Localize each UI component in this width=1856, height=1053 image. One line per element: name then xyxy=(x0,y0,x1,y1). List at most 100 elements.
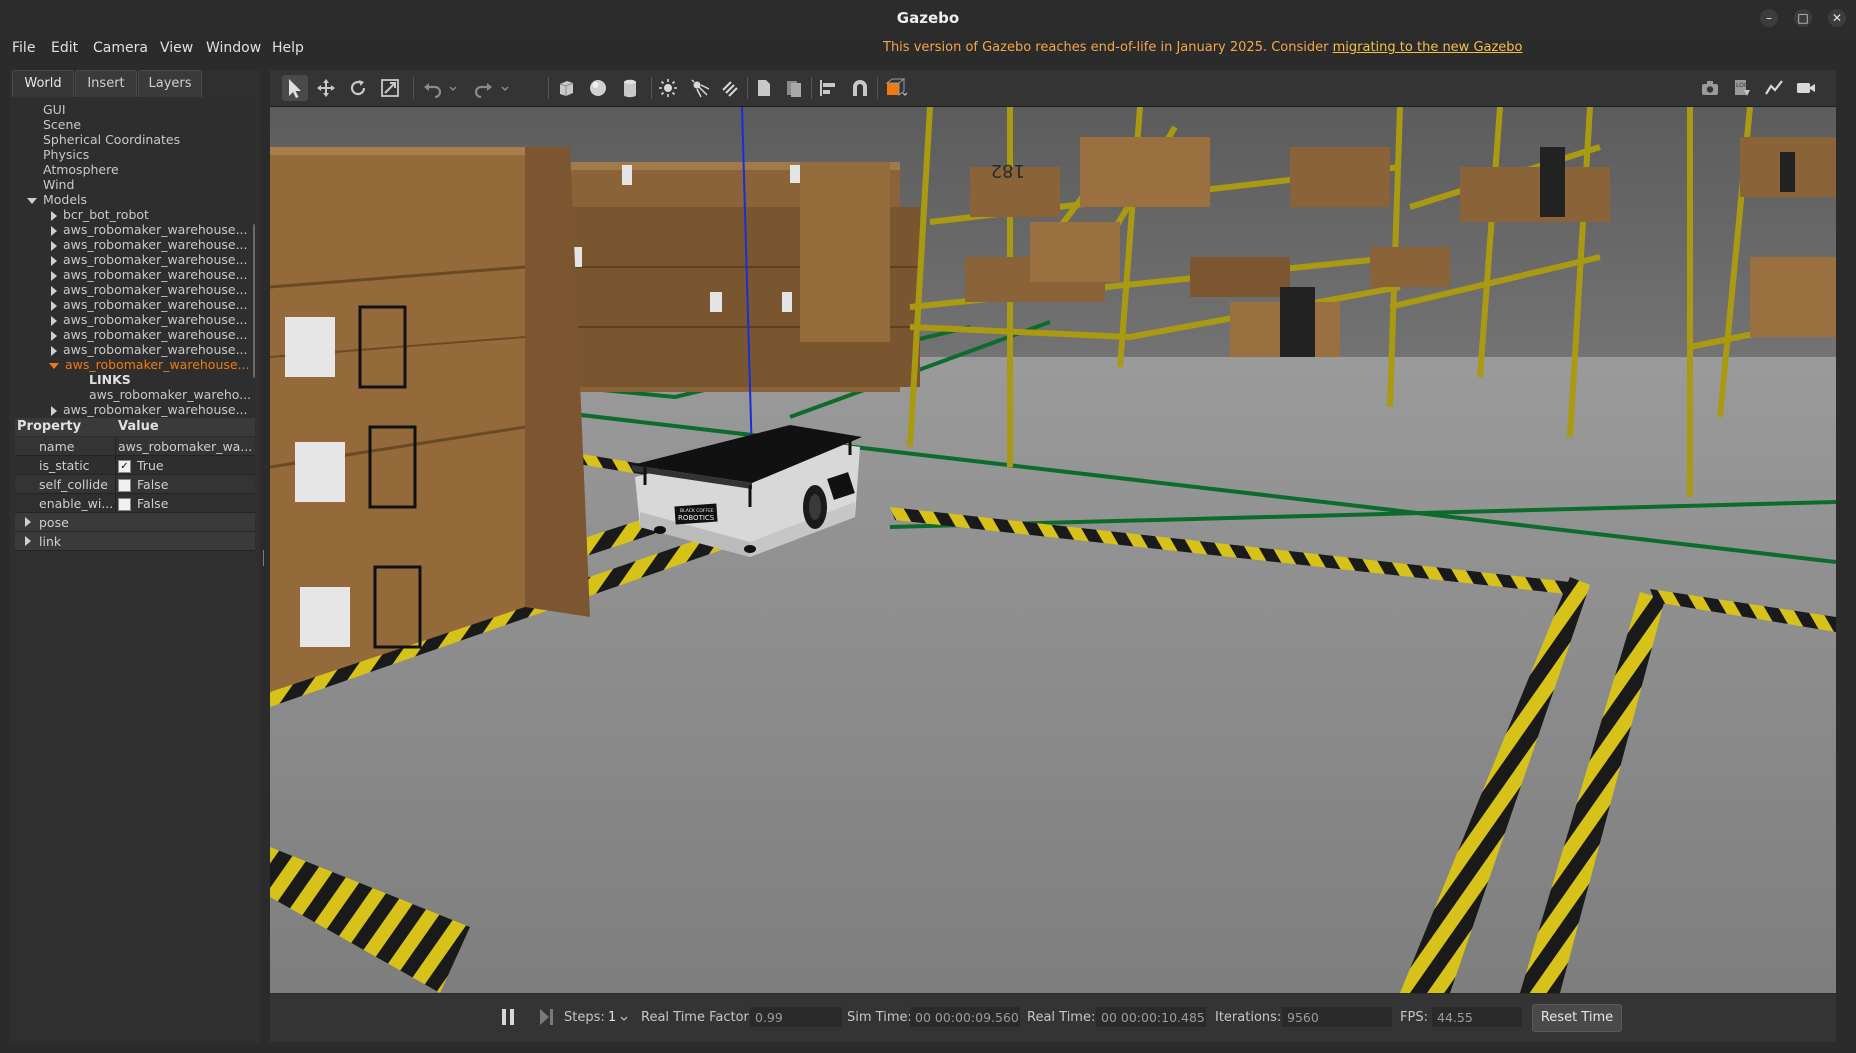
tab-insert[interactable]: Insert xyxy=(75,70,137,97)
real-time-field: 00 00:00:10.485 xyxy=(1096,1007,1206,1027)
menu-camera[interactable]: Camera xyxy=(93,40,148,56)
tree-model-row[interactable]: aws_robomaker_warehouse... xyxy=(51,237,248,252)
expand-icon[interactable] xyxy=(25,536,31,546)
property-name: enable_wi... xyxy=(39,496,114,511)
viewport-toolbar: LOG xyxy=(270,70,1836,107)
collapse-icon[interactable] xyxy=(49,362,59,369)
property-group-link[interactable]: link xyxy=(15,532,255,551)
tree-model-row[interactable]: bcr_bot_robot xyxy=(51,207,149,222)
sphere-shape-icon[interactable] xyxy=(588,78,608,98)
tree-model-row[interactable]: aws_robomaker_warehouse... xyxy=(51,312,248,327)
tree-model-row[interactable]: aws_robomaker_warehouse... xyxy=(51,252,248,267)
fps-field: 44.55 xyxy=(1432,1007,1522,1027)
self-collide-checkbox[interactable] xyxy=(118,479,131,492)
menu-edit[interactable]: Edit xyxy=(51,40,78,56)
tree-model-row[interactable]: aws_robomaker_warehouse... xyxy=(51,282,248,297)
expand-icon[interactable] xyxy=(51,270,57,281)
menu-file[interactable]: File xyxy=(12,40,35,56)
expand-icon[interactable] xyxy=(51,285,57,296)
svg-text:LOG: LOG xyxy=(1736,82,1749,89)
expand-icon[interactable] xyxy=(51,330,57,341)
translate-icon[interactable] xyxy=(316,78,336,98)
plot-icon[interactable] xyxy=(1764,78,1784,98)
redo-history-chevron-down-icon[interactable] xyxy=(500,78,510,98)
property-row-name: name aws_robomaker_wa... xyxy=(15,437,255,456)
tree-scrollbar[interactable] xyxy=(253,224,255,378)
steps-spinbox[interactable]: 1 xyxy=(608,1010,616,1025)
collapse-icon[interactable] xyxy=(27,197,37,204)
expand-icon[interactable] xyxy=(51,405,57,416)
menu-window[interactable]: Window xyxy=(206,40,261,56)
pause-icon[interactable] xyxy=(500,1008,516,1026)
expand-icon[interactable] xyxy=(51,210,57,221)
property-group-pose[interactable]: pose xyxy=(15,513,255,532)
directional-light-icon[interactable] xyxy=(720,78,740,98)
tree-model-row[interactable]: aws_robomaker_warehouse... xyxy=(51,327,248,342)
close-button[interactable]: ✕ xyxy=(1828,9,1846,27)
tree-model-row[interactable]: aws_robomaker_warehouse... xyxy=(51,267,248,282)
eol-migration-link[interactable]: migrating to the new Gazebo xyxy=(1333,40,1523,55)
tree-item-gui[interactable]: GUI xyxy=(43,102,66,117)
menu-bar: File Edit Camera View Window Help This v… xyxy=(0,36,1856,62)
property-value[interactable]: aws_robomaker_wa... xyxy=(118,439,255,454)
toolbar-separator xyxy=(651,77,652,99)
is-static-checkbox[interactable]: ✓ xyxy=(118,460,131,473)
minimize-button[interactable]: – xyxy=(1760,9,1778,27)
3d-viewport[interactable]: 182 BLACK COFFEE ROBOTICS xyxy=(270,107,1836,993)
undo-icon[interactable] xyxy=(422,78,442,98)
menu-help[interactable]: Help xyxy=(272,40,304,56)
select-arrow-icon[interactable] xyxy=(282,75,308,101)
tree-model-row-selected[interactable]: aws_robomaker_warehouse... xyxy=(49,357,250,372)
spot-light-icon[interactable] xyxy=(690,78,710,98)
snap-magnet-icon[interactable] xyxy=(850,78,870,98)
tree-item-atmosphere[interactable]: Atmosphere xyxy=(43,162,119,177)
tree-item-spherical-coordinates[interactable]: Spherical Coordinates xyxy=(43,132,180,147)
box-number-label: 182 xyxy=(991,160,1025,181)
tree-model-row[interactable]: aws_robomaker_warehouse... xyxy=(51,297,248,312)
expand-icon[interactable] xyxy=(25,517,31,527)
expand-icon[interactable] xyxy=(51,240,57,251)
tree-model-row[interactable]: aws_robomaker_warehouse... xyxy=(51,222,248,237)
tree-item-physics[interactable]: Physics xyxy=(43,147,89,162)
box-shape-icon[interactable] xyxy=(556,78,576,98)
expand-icon[interactable] xyxy=(51,255,57,266)
iterations-field: 9560 xyxy=(1282,1007,1392,1027)
scale-icon[interactable] xyxy=(380,78,400,98)
tree-item-models[interactable]: Models xyxy=(27,192,87,207)
rotate-icon[interactable] xyxy=(348,78,368,98)
align-icon[interactable] xyxy=(818,78,838,98)
expand-icon[interactable] xyxy=(51,225,57,236)
tab-layers[interactable]: Layers xyxy=(138,70,202,97)
tree-item-scene[interactable]: Scene xyxy=(43,117,81,132)
left-panel: World Insert Layers GUI Scene Spherical … xyxy=(10,70,260,1043)
eol-text: This version of Gazebo reaches end-of-li… xyxy=(883,40,1333,55)
cylinder-shape-icon[interactable] xyxy=(620,78,640,98)
paste-icon[interactable] xyxy=(784,78,804,98)
point-light-icon[interactable] xyxy=(658,78,678,98)
warehouse-scene[interactable]: 182 BLACK COFFEE ROBOTICS xyxy=(270,107,1836,993)
screenshot-camera-icon[interactable] xyxy=(1700,78,1720,98)
steps-chevron-down-icon[interactable] xyxy=(620,1014,628,1022)
menu-view[interactable]: View xyxy=(160,40,193,56)
tree-link-item[interactable]: aws_robomaker_wareho... xyxy=(89,387,251,402)
undo-history-chevron-down-icon[interactable] xyxy=(448,78,458,98)
toolbar-separator xyxy=(548,77,549,99)
expand-icon[interactable] xyxy=(51,345,57,356)
expand-icon[interactable] xyxy=(51,300,57,311)
reset-time-button[interactable]: Reset Time xyxy=(1532,1004,1622,1032)
tab-world[interactable]: World xyxy=(12,70,74,97)
tree-item-wind[interactable]: Wind xyxy=(43,177,74,192)
tree-links-header: LINKS xyxy=(89,372,131,387)
copy-icon[interactable] xyxy=(754,78,774,98)
view-angle-icon[interactable] xyxy=(884,78,910,98)
record-video-icon[interactable] xyxy=(1796,78,1816,98)
tree-model-row[interactable]: aws_robomaker_warehouse... xyxy=(51,342,248,357)
log-icon[interactable]: LOG xyxy=(1732,78,1752,98)
step-forward-icon[interactable] xyxy=(538,1008,554,1026)
expand-icon[interactable] xyxy=(51,315,57,326)
panel-splitter-handle[interactable] xyxy=(262,550,265,566)
redo-icon[interactable] xyxy=(474,78,494,98)
maximize-button[interactable]: □ xyxy=(1794,9,1812,27)
tree-model-row[interactable]: aws_robomaker_warehouse... xyxy=(51,402,248,417)
enable-wind-checkbox[interactable] xyxy=(118,498,131,511)
